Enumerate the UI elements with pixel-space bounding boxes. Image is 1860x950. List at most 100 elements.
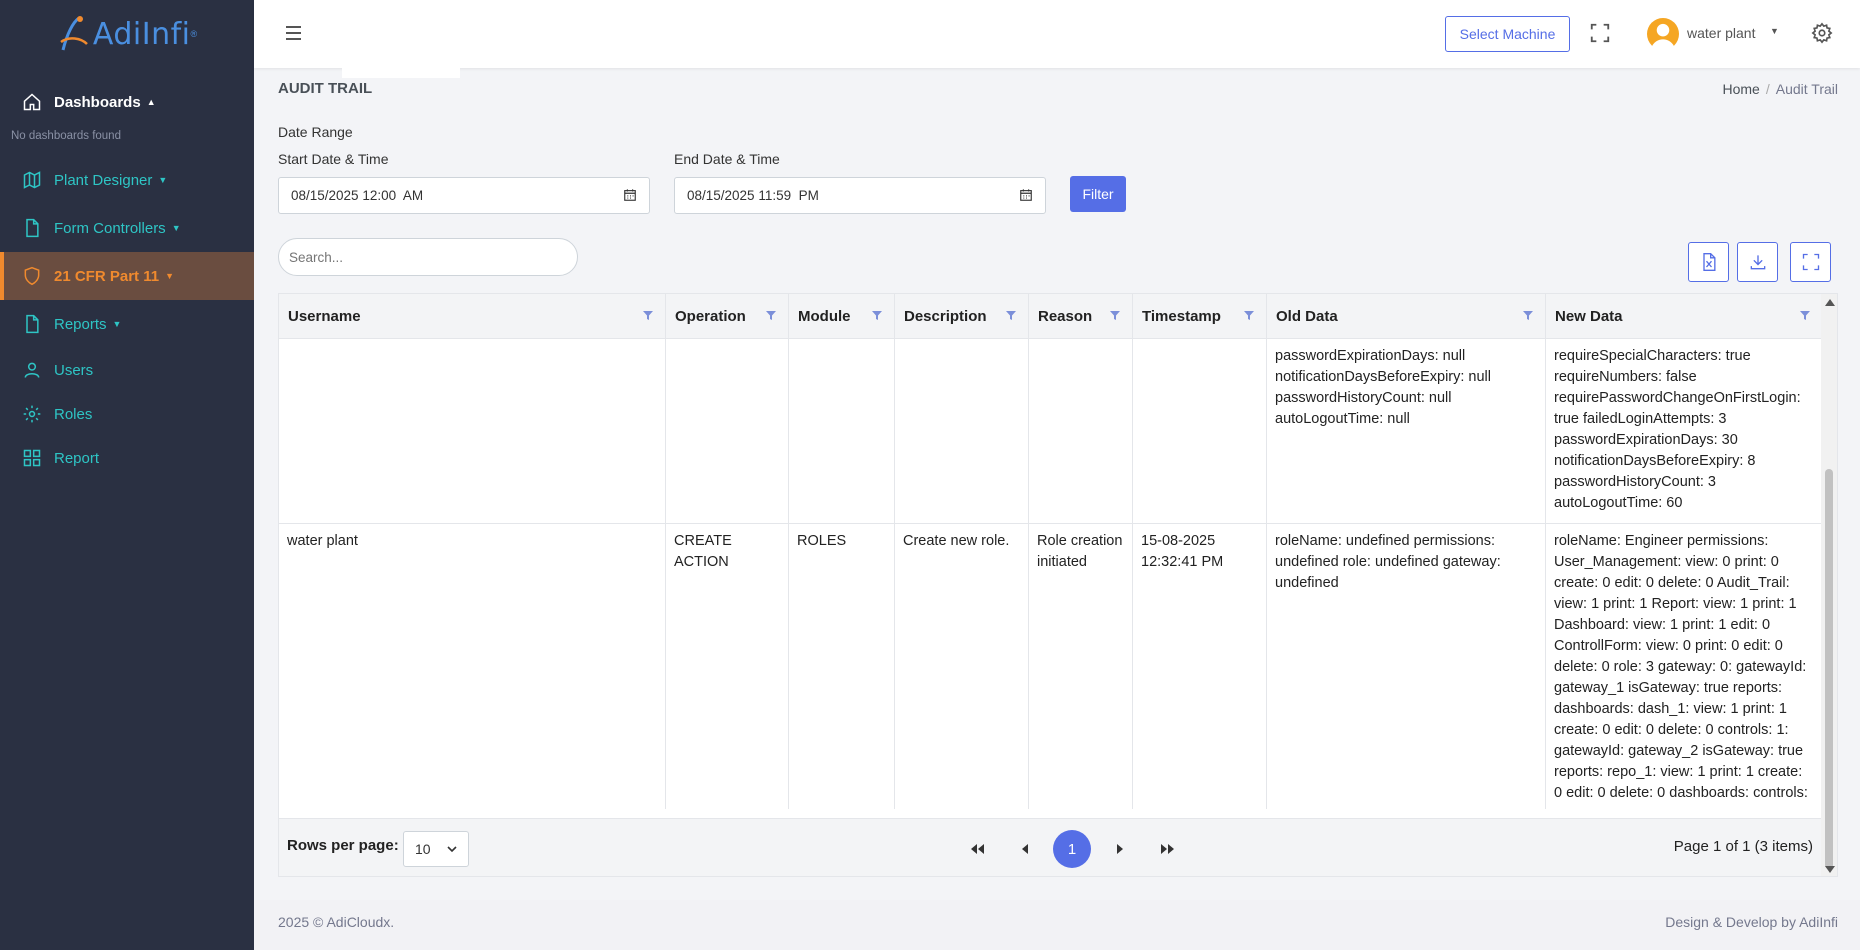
grid-fullscreen-button[interactable] (1790, 242, 1831, 282)
column-header-reason[interactable]: Reason (1029, 294, 1133, 339)
home-icon (22, 92, 42, 112)
avatar[interactable] (1647, 18, 1679, 50)
last-page-button[interactable] (1158, 839, 1178, 859)
column-header-description[interactable]: Description (895, 294, 1029, 339)
chevron-down-icon[interactable]: ▼ (1770, 26, 1779, 36)
sidebar-item-label: Roles (54, 405, 93, 423)
sidebar-item-reports[interactable]: Reports ▼ (0, 300, 254, 348)
filter-funnel-icon[interactable] (1006, 311, 1016, 320)
cell-new-data: roleName: Engineer permissions: User_Man… (1546, 524, 1823, 809)
export-excel-button[interactable] (1688, 242, 1729, 282)
cell-module (789, 339, 895, 523)
calendar-icon[interactable] (1019, 188, 1033, 202)
breadcrumb-home[interactable]: Home (1723, 81, 1760, 97)
table-row[interactable]: passwordExpirationDays: null notificatio… (279, 339, 1823, 524)
user-name[interactable]: water plant (1687, 25, 1755, 41)
chevron-down-icon: ▼ (112, 319, 122, 329)
sidebar-item-label: Form Controllers (54, 219, 166, 237)
column-title: Module (798, 308, 851, 325)
column-header-username[interactable]: Username (279, 294, 666, 339)
breadcrumb: Home / Audit Trail (1723, 81, 1839, 97)
cell-description: Create new role. (895, 524, 1029, 809)
filter-funnel-icon[interactable] (766, 311, 776, 320)
first-page-button[interactable] (967, 839, 987, 859)
filter-funnel-icon[interactable] (1800, 311, 1810, 320)
search-input[interactable] (278, 238, 578, 276)
previous-page-button[interactable] (1015, 839, 1035, 859)
column-header-operation[interactable]: Operation (666, 294, 789, 339)
topbar: Select Machine water plant ▼ (254, 0, 1860, 68)
date-range-label: Date Range (278, 124, 353, 140)
rows-per-page-select[interactable]: 10 (403, 831, 469, 867)
chevron-down-icon: ▼ (165, 271, 174, 281)
cell-reason: Role creation initiated (1029, 524, 1133, 809)
cell-module: ROLES (789, 524, 895, 809)
fullscreen-icon[interactable] (1589, 22, 1611, 44)
column-title: Reason (1038, 308, 1093, 325)
credits-text: Design & Develop by AdiInfi (1665, 914, 1838, 930)
sidebar-item-label: Reports (54, 315, 107, 333)
filter-button[interactable]: Filter (1070, 176, 1126, 212)
brand-logo[interactable]: AdiInfi ® (0, 0, 254, 68)
settings-gear-icon[interactable] (1811, 22, 1833, 44)
download-button[interactable] (1737, 242, 1778, 282)
file-icon (22, 314, 42, 334)
grid-icon (22, 448, 42, 468)
column-header-timestamp[interactable]: Timestamp (1133, 294, 1267, 339)
cell-new-data: requireSpecialCharacters: true requireNu… (1546, 339, 1823, 523)
end-date-input[interactable]: 08/15/2025 11:59 PM (674, 177, 1046, 214)
column-header-old-data[interactable]: Old Data (1267, 294, 1546, 339)
grid-header: Username Operation Module Description Re… (279, 294, 1823, 339)
table-row[interactable]: water plant CREATE ACTION ROLES Create n… (279, 524, 1823, 809)
sidebar-item-21-cfr-part-11[interactable]: 21 CFR Part 11 ▼ (0, 252, 254, 300)
filter-funnel-icon[interactable] (872, 311, 882, 320)
column-title: Operation (675, 308, 746, 325)
sidebar-item-form-controllers[interactable]: Form Controllers ▼ (0, 204, 254, 252)
column-header-module[interactable]: Module (789, 294, 895, 339)
filter-funnel-icon[interactable] (1244, 311, 1254, 320)
sidebar-item-plant-designer[interactable]: Plant Designer ▼ (0, 156, 254, 204)
cell-operation (666, 339, 789, 523)
scroll-down-arrow-icon[interactable] (1825, 866, 1835, 873)
copyright-text: 2025 © AdiCloudx. (278, 914, 395, 930)
grid-body: passwordExpirationDays: null notificatio… (279, 339, 1823, 809)
start-date-input[interactable]: 08/15/2025 12:00 AM (278, 177, 650, 214)
sidebar-nav: Dashboards ▲ No dashboards found Plant D… (0, 78, 254, 480)
sidebar-item-report[interactable]: Report (0, 436, 254, 480)
sidebar-item-dashboards[interactable]: Dashboards ▲ (0, 78, 254, 126)
brand-registered-mark: ® (190, 29, 198, 39)
no-dashboards-text: No dashboards found (11, 130, 121, 142)
expand-icon (1802, 253, 1819, 271)
select-machine-button[interactable]: Select Machine (1445, 16, 1570, 52)
end-date-label: End Date & Time (674, 151, 780, 167)
page-number-button[interactable]: 1 (1053, 830, 1091, 868)
cell-timestamp (1133, 339, 1267, 523)
user-icon (22, 360, 42, 380)
filter-funnel-icon[interactable] (1110, 311, 1120, 320)
rows-per-page-value: 10 (415, 841, 431, 857)
filter-funnel-icon[interactable] (1523, 311, 1533, 320)
sidebar-item-label: Users (54, 361, 94, 379)
page-title: AUDIT TRAIL (278, 80, 373, 97)
column-title: Old Data (1276, 308, 1338, 325)
audit-trail-grid: Username Operation Module Description Re… (278, 293, 1838, 877)
sidebar-item-label: Plant Designer (54, 171, 153, 189)
cell-old-data: roleName: undefined permissions: undefin… (1267, 524, 1546, 809)
scroll-up-arrow-icon[interactable] (1825, 299, 1835, 306)
sidebar-item-label: Report (54, 449, 100, 467)
column-title: Timestamp (1142, 308, 1221, 325)
sidebar-item-roles[interactable]: Roles (0, 392, 254, 436)
column-header-new-data[interactable]: New Data (1546, 294, 1823, 339)
chevron-left-icon (1022, 844, 1028, 854)
hamburger-menu-icon[interactable] (286, 22, 310, 46)
sidebar-item-users[interactable]: Users (0, 348, 254, 392)
column-title: Username (288, 308, 361, 325)
scrollbar-thumb[interactable] (1825, 469, 1833, 869)
vertical-scrollbar[interactable] (1821, 294, 1837, 876)
breadcrumb-separator: / (1765, 81, 1770, 97)
filter-funnel-icon[interactable] (643, 311, 653, 320)
column-title: New Data (1555, 308, 1623, 325)
next-page-button[interactable] (1110, 839, 1130, 859)
calendar-icon[interactable] (623, 188, 637, 202)
footer: 2025 © AdiCloudx. Design & Develop by Ad… (254, 900, 1860, 950)
